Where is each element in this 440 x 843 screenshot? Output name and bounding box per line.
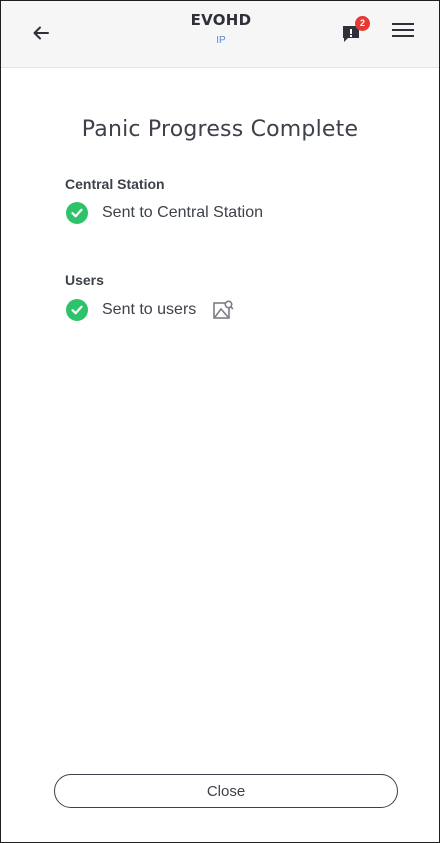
page-title: Panic Progress Complete bbox=[81, 117, 359, 142]
header-subtitle: IP bbox=[216, 35, 226, 46]
section-label-users: Users bbox=[65, 272, 104, 288]
status-text-central-station: Sent to Central Station bbox=[102, 204, 263, 221]
hamburger-menu-icon bbox=[392, 23, 414, 37]
notifications-button[interactable]: 2 bbox=[341, 16, 373, 47]
image-icon[interactable] bbox=[212, 299, 234, 321]
close-button[interactable]: Close bbox=[54, 774, 398, 808]
notification-badge: 2 bbox=[355, 16, 370, 31]
status-row-users: Sent to users bbox=[66, 297, 234, 323]
check-circle-icon bbox=[66, 299, 88, 321]
app-header: EVOHD IP 2 bbox=[1, 1, 439, 68]
screen: EVOHD IP 2 Panic Progress Complete Centr… bbox=[0, 0, 440, 843]
header-title: EVOHD bbox=[190, 11, 252, 29]
status-text-users: Sent to users bbox=[102, 301, 197, 318]
status-row-central-station: Sent to Central Station bbox=[66, 200, 263, 226]
header-title-group: EVOHD IP bbox=[121, 9, 321, 51]
arrow-left-icon bbox=[33, 26, 49, 40]
menu-button[interactable] bbox=[391, 21, 421, 47]
back-button[interactable] bbox=[27, 19, 55, 47]
check-circle-icon bbox=[66, 202, 88, 224]
section-label-central-station: Central Station bbox=[65, 176, 165, 192]
